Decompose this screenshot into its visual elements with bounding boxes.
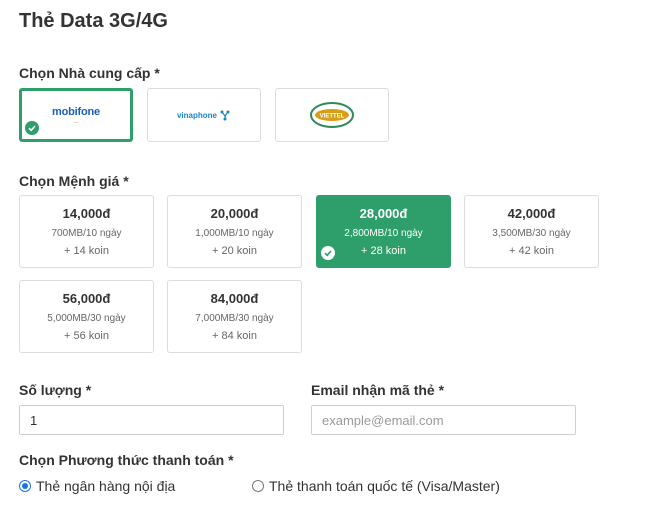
denomination-price: 14,000đ — [62, 206, 111, 221]
denomination-koin: + 20 koin — [212, 245, 257, 257]
denomination-desc: 700MB/10 ngày — [51, 228, 122, 239]
svg-text:VIETTEL: VIETTEL — [320, 114, 345, 120]
payment-section-label: Chọn Phương thức thanh toán * — [19, 452, 234, 468]
denomination-koin: + 84 koin — [212, 330, 257, 342]
denomination-card[interactable]: 20,000đ 1,000MB/10 ngày + 20 koin — [167, 195, 302, 268]
provider-mobifone[interactable]: mobifone — — [19, 88, 133, 142]
payment-option-domestic[interactable]: Thẻ ngân hàng nội địa — [19, 478, 175, 494]
mobifone-logo: mobifone — — [52, 105, 100, 124]
payment-option-label: Thẻ thanh toán quốc tế (Visa/Master) — [269, 478, 500, 494]
denomination-price: 84,000đ — [210, 291, 259, 306]
denomination-koin: + 14 koin — [64, 245, 109, 257]
denomination-card-selected[interactable]: 28,000đ 2,800MB/10 ngày + 28 koin — [316, 195, 451, 268]
denomination-price: 28,000đ — [359, 206, 408, 221]
selected-check-icon — [321, 246, 335, 260]
denomination-price: 56,000đ — [62, 291, 111, 306]
denomination-desc: 5,000MB/30 ngày — [47, 313, 126, 324]
denomination-koin: + 42 koin — [509, 245, 554, 257]
denomination-card[interactable]: 56,000đ 5,000MB/30 ngày + 56 koin — [19, 280, 154, 353]
denomination-card[interactable]: 42,000đ 3,500MB/30 ngày + 42 koin — [464, 195, 599, 268]
denomination-card[interactable]: 84,000đ 7,000MB/30 ngày + 84 koin — [167, 280, 302, 353]
denomination-card[interactable]: 14,000đ 700MB/10 ngày + 14 koin — [19, 195, 154, 268]
radio-button[interactable] — [19, 480, 31, 492]
email-label: Email nhận mã thẻ * — [311, 382, 445, 398]
denomination-koin: + 28 koin — [361, 245, 406, 257]
radio-button[interactable] — [252, 480, 264, 492]
quantity-input[interactable] — [19, 405, 284, 435]
denomination-koin: + 56 koin — [64, 330, 109, 342]
selected-check-icon — [25, 121, 39, 135]
denomination-section-label: Chọn Mệnh giá * — [19, 173, 129, 189]
denomination-price: 20,000đ — [210, 206, 259, 221]
quantity-label: Số lượng * — [19, 382, 92, 398]
denomination-desc: 1,000MB/10 ngày — [195, 228, 274, 239]
denomination-desc: 3,500MB/30 ngày — [492, 228, 571, 239]
page-title: Thẻ Data 3G/4G — [19, 10, 168, 32]
denomination-desc: 7,000MB/30 ngày — [195, 313, 274, 324]
provider-section-label: Chọn Nhà cung cấp * — [19, 65, 160, 81]
viettel-logo: VIETTEL — [310, 102, 354, 128]
vinaphone-star-icon — [220, 110, 230, 121]
email-input[interactable] — [311, 405, 576, 435]
denomination-price: 42,000đ — [507, 206, 556, 221]
payment-option-international[interactable]: Thẻ thanh toán quốc tế (Visa/Master) — [252, 478, 500, 494]
payment-option-label: Thẻ ngân hàng nội địa — [36, 478, 176, 494]
provider-viettel[interactable]: VIETTEL — [275, 88, 389, 142]
vinaphone-logo: vinaphone — [177, 109, 231, 121]
provider-vinaphone[interactable]: vinaphone — [147, 88, 261, 142]
denomination-desc: 2,800MB/10 ngày — [344, 228, 423, 239]
